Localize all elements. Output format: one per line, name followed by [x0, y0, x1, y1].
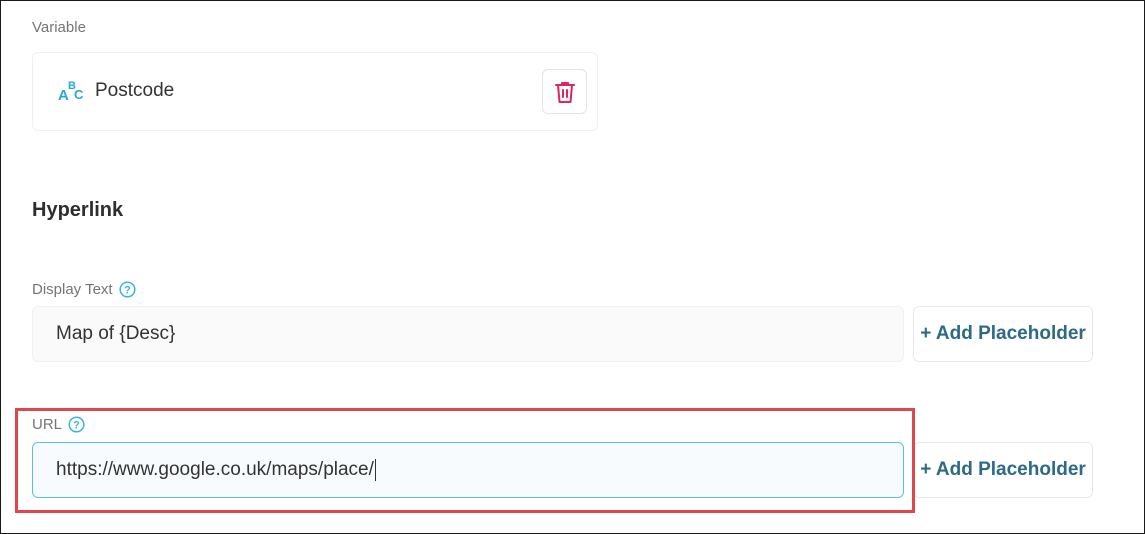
url-input[interactable]: https://www.google.co.uk/maps/place/ [32, 442, 904, 498]
url-value: https://www.google.co.uk/maps/place/ [56, 459, 374, 480]
display-text-label-row: Display Text ? [32, 281, 136, 298]
url-label-row: URL ? [32, 416, 85, 433]
variable-name: Postcode [95, 80, 175, 101]
url-label: URL [32, 416, 63, 433]
display-text-value: Map of {Desc} [56, 323, 176, 344]
url-add-placeholder-button[interactable]: + Add Placeholder [913, 442, 1093, 498]
variable-section-label: Variable [32, 19, 86, 36]
variable-card: A B C Postcode [32, 52, 598, 131]
help-icon[interactable]: ? [68, 416, 85, 433]
help-icon[interactable]: ? [119, 281, 136, 298]
svg-text:C: C [74, 87, 84, 102]
text-caret [374, 459, 377, 481]
hyperlink-heading: Hyperlink [32, 199, 124, 221]
display-text-label: Display Text [32, 281, 113, 298]
display-text-add-placeholder-button[interactable]: + Add Placeholder [913, 306, 1093, 362]
delete-variable-button[interactable] [542, 69, 587, 114]
window-frame: Variable A B C Postcode Hyperlink Displa… [0, 0, 1145, 534]
svg-text:?: ? [73, 420, 80, 432]
trash-icon [554, 80, 576, 104]
svg-text:?: ? [124, 285, 131, 297]
abc-text-icon: A B C [58, 79, 86, 104]
display-text-input[interactable]: Map of {Desc} [32, 306, 904, 362]
